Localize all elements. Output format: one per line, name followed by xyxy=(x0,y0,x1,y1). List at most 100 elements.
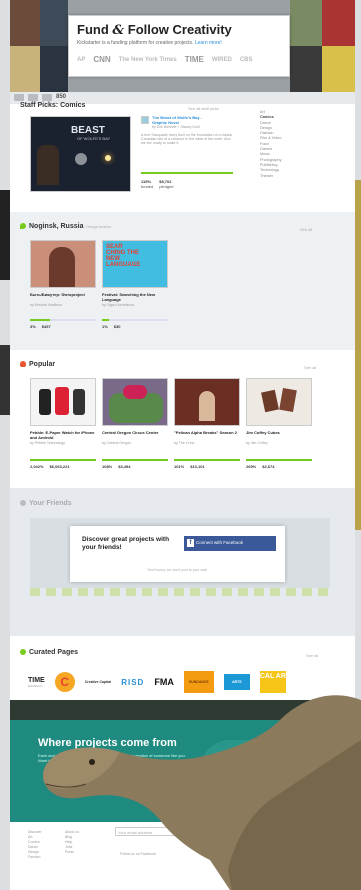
popular-card-2-progress-fill xyxy=(102,459,168,461)
curated-see-all[interactable]: See all xyxy=(306,653,318,658)
popular-card-3-progress xyxy=(174,459,240,461)
hero-subtitle: Kickstarter is a funding platform for cr… xyxy=(77,40,222,46)
popular-card-2-meta: by Central Oregon xyxy=(102,441,132,445)
friends-section: Your Friends Discover great projects wit… xyxy=(10,488,355,636)
play-icon[interactable] xyxy=(75,153,87,165)
hero-banner: Fund & Follow Creativity Kickstarter is … xyxy=(10,0,355,92)
local-heading: Noginsk, Russia Change location xyxy=(20,223,111,230)
curated-logo-risd[interactable]: RISD xyxy=(121,678,144,687)
friends-fine-print: Don't worry, we won't post to your wall. xyxy=(147,568,208,572)
popular-card-3-title[interactable]: "Pelican Alpha Breaks" Season 2 xyxy=(174,430,240,435)
footer-follow-facebook[interactable]: Follow us on Facebook xyxy=(120,852,156,857)
popular-card-1-title[interactable]: Pebble: E-Paper Watch for iPhone and And… xyxy=(30,430,96,440)
local-card-1-progress-fill xyxy=(30,319,50,321)
curated-heading: Curated Pages xyxy=(20,649,78,656)
popular-card-1-progress xyxy=(30,459,96,461)
local-card-2-image[interactable]: SEAR CHING THE NEW LANGUAGE xyxy=(102,240,168,288)
learn-more-link[interactable]: Learn more! xyxy=(195,40,222,46)
popular-card-1-meta: by Pebble Technology xyxy=(30,441,66,445)
curated-logo-calarts[interactable]: CAL ARTS xyxy=(259,671,295,693)
flame-icon xyxy=(20,361,26,367)
press-logos: AP CNN The New York Times TIME WIRED CBS xyxy=(77,55,281,64)
popular-card-1-stats: 2,042% $6,063,221 xyxy=(30,464,70,469)
popular-card-1-progress-fill xyxy=(30,459,96,461)
where-title: Where projects come from xyxy=(38,737,177,749)
local-card-2-stats: 1% $30 xyxy=(102,324,121,329)
popular-card-2-title[interactable]: Central Oregon Circus Center xyxy=(102,430,168,435)
staff-pick-title[interactable]: The Beast of Wolfe's Bay - Graphic Novel xyxy=(152,115,217,125)
popular-see-all[interactable]: See all xyxy=(304,365,316,370)
popular-card-2-image[interactable] xyxy=(102,378,168,426)
creator-avatar[interactable] xyxy=(141,116,149,124)
category-list: Art Comics Dance Design Fashion Film & V… xyxy=(260,110,350,179)
category-item[interactable]: Theater xyxy=(260,174,350,179)
newsletter-email-input[interactable]: Your email address xyxy=(115,827,197,836)
popular-card-4-progress xyxy=(246,459,312,461)
popular-card-2-stats: 108% $3,494 xyxy=(102,464,131,469)
popular-card-1-image[interactable] xyxy=(30,378,96,426)
friends-icon xyxy=(20,500,26,506)
footer-link[interactable]: Fashion xyxy=(28,855,42,860)
friends-card-title: Discover great projects with your friend… xyxy=(82,536,170,551)
friends-heading: Your Friends xyxy=(20,500,72,507)
popular-card-3-image[interactable] xyxy=(174,378,240,426)
newsletter-signup-button[interactable]: Sign up xyxy=(198,827,218,836)
thumb-title: BEAST xyxy=(71,125,105,136)
local-card-1-progress xyxy=(30,319,96,321)
friends-card: Discover great projects with your friend… xyxy=(70,526,285,582)
curated-logo-time[interactable]: TIME Exhibitions xyxy=(28,677,45,688)
poster-text: SEAR CHING THE NEW LANGUAGE xyxy=(106,244,141,268)
local-card-1-image[interactable] xyxy=(30,240,96,288)
popular-card-4-title[interactable]: Jim Coffey Cubes xyxy=(246,430,312,435)
left-edge-shadow-2 xyxy=(0,345,10,415)
staff-picks-see-all[interactable]: See all staff picks xyxy=(188,106,219,111)
funded-label: funded xyxy=(141,184,154,189)
local-card-1-title[interactable]: Быть/Бижутер: Фотоproject xyxy=(30,292,96,297)
footer-link[interactable]: Press xyxy=(65,850,79,855)
staff-picks-heading: Staff Picks: Comics xyxy=(20,102,86,109)
pledged-label: pledged xyxy=(159,184,174,189)
local-see-all[interactable]: See all xyxy=(300,227,312,232)
thumb-subtitle: OF WOLFE'S BAY xyxy=(77,136,111,141)
staff-picks-section: Staff Picks: Comics See all staff picks … xyxy=(10,102,355,212)
star-icon xyxy=(20,649,26,655)
staff-pick-author: by Erik Bennett + Stacey Kohl xyxy=(152,125,200,129)
press-logo-cbs: CBS xyxy=(239,56,253,63)
connect-facebook-button[interactable]: f Connect with Facebook xyxy=(184,536,276,551)
curated-logo-fma[interactable]: FMA xyxy=(154,677,174,687)
popular-card-4-meta: by Jim Coffey xyxy=(246,441,268,445)
popular-card-3-progress-fill xyxy=(174,459,240,461)
local-card-2-progress xyxy=(102,319,168,321)
staff-pick-video-thumb[interactable]: BEAST OF WOLFE'S BAY xyxy=(30,116,131,192)
local-card-2-progress-fill xyxy=(102,319,109,321)
top-strip-number: 850 xyxy=(56,94,67,100)
change-location-link[interactable]: Change location xyxy=(85,225,110,229)
dark-separator xyxy=(10,700,345,720)
local-section: Noginsk, Russia Change location See all … xyxy=(10,212,355,350)
footer: Discover Art Comics Dance Design Fashion… xyxy=(10,822,345,890)
curated-logo-creative-capital[interactable]: Creative Capital xyxy=(85,680,111,684)
curated-logo-arts[interactable]: ARTS xyxy=(223,674,250,690)
right-edge-photo xyxy=(355,180,361,530)
curated-section: Curated Pages See all TIME Exhibitions C … xyxy=(10,636,355,700)
facebook-icon: f xyxy=(187,539,194,547)
staff-pick-progress-fill xyxy=(141,172,233,174)
curated-logo-c[interactable]: C xyxy=(54,672,75,692)
popular-card-4-image[interactable] xyxy=(246,378,312,426)
popular-heading: Popular xyxy=(20,361,55,368)
popular-card-3-stats: 101% $10,101 xyxy=(174,464,205,469)
location-pin-icon xyxy=(20,223,26,229)
curated-logos: TIME Exhibitions C Creative Capital RISD … xyxy=(28,671,295,693)
footer-col-discover: Discover Art Comics Dance Design Fashion xyxy=(28,830,42,860)
where-subtitle: Each and every Kickstarter project is th… xyxy=(38,753,186,763)
popular-section: Popular See all Pebble: E-Paper Watch fo… xyxy=(10,350,355,488)
local-card-1-meta: by Kristina Vasilieva xyxy=(30,303,62,307)
press-logo-ap: AP xyxy=(77,56,86,63)
hero-title: Fund & Follow Creativity xyxy=(77,22,232,38)
popular-card-4-stats: 269% $2,674 xyxy=(246,464,275,469)
local-card-2-title[interactable]: Festival: Searching the New Language xyxy=(102,292,168,302)
where-projects-banner: Where projects come from Each and every … xyxy=(10,720,345,822)
curated-logo-sundance[interactable]: SUNDANCE xyxy=(183,671,214,693)
footer-col-about: About us Blog Help Jobs Press xyxy=(65,830,79,855)
press-logo-time: TIME xyxy=(184,55,204,64)
